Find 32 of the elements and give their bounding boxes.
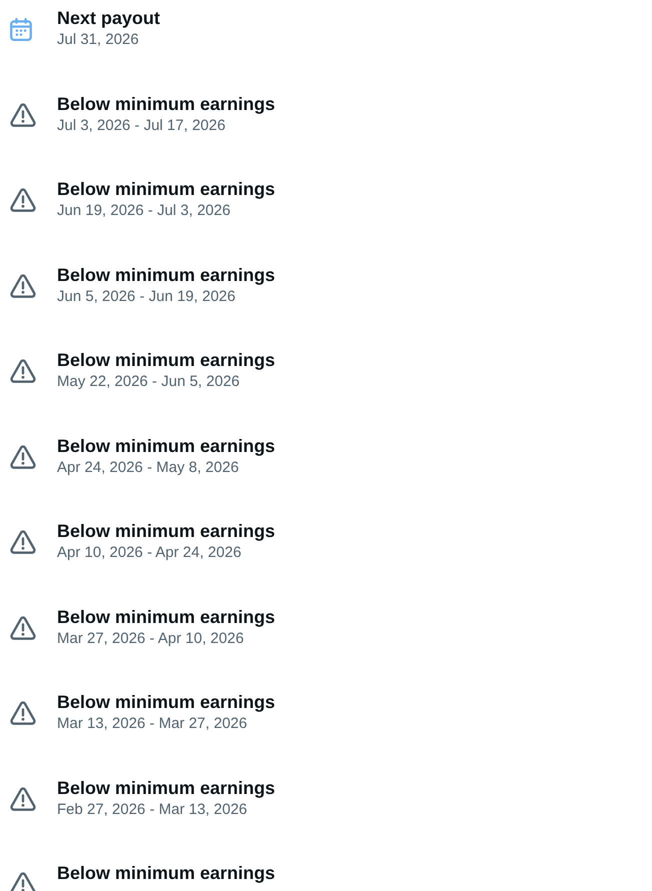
- warning-icon: [10, 274, 36, 298]
- warning-icon: [10, 188, 36, 212]
- warning-icon: [10, 102, 36, 126]
- payout-date: Jun 5, 2026 - Jun 19, 2026: [57, 286, 236, 306]
- payout-title: Below minimum earnings: [57, 691, 276, 713]
- payout-date: Feb 27, 2026 - Mar 13, 2026: [57, 800, 248, 820]
- warning-icon: [10, 444, 36, 468]
- warning-icon: [10, 872, 36, 891]
- payout-date: Jun 19, 2026 - Jul 3, 2026: [57, 201, 232, 221]
- payout-title: Below minimum earnings: [57, 606, 276, 628]
- payout-title: Below minimum earnings: [57, 349, 276, 371]
- payout-title: Below minimum earnings: [57, 178, 276, 200]
- warning-icon: [10, 359, 36, 383]
- payout-title: Below minimum earnings: [57, 92, 276, 114]
- calendar-icon: [10, 18, 32, 40]
- warning-icon: [10, 701, 36, 725]
- payout-date: Apr 10, 2026 - Apr 24, 2026: [57, 543, 242, 563]
- payout-date: Jul 3, 2026 - Jul 17, 2026: [57, 116, 226, 136]
- warning-icon: [10, 616, 36, 640]
- payout-date: Mar 13, 2026 - Mar 27, 2026: [57, 714, 248, 734]
- payout-title: Next payout: [57, 7, 160, 29]
- payout-title: Below minimum earnings: [57, 264, 276, 286]
- payout-title: Below minimum earnings: [57, 862, 276, 884]
- payout-date: Mar 27, 2026 - Apr 10, 2026: [57, 628, 245, 648]
- payout-date: Apr 24, 2026 - May 8, 2026: [57, 458, 240, 478]
- payout-date: May 22, 2026 - Jun 5, 2026: [57, 372, 241, 392]
- warning-icon: [10, 786, 36, 810]
- payout-title: Below minimum earnings: [57, 520, 276, 542]
- payout-title: Below minimum earnings: [57, 434, 276, 456]
- warning-icon: [10, 530, 36, 554]
- payout-title: Below minimum earnings: [57, 776, 276, 798]
- payout-date: Jul 31, 2026: [57, 30, 140, 50]
